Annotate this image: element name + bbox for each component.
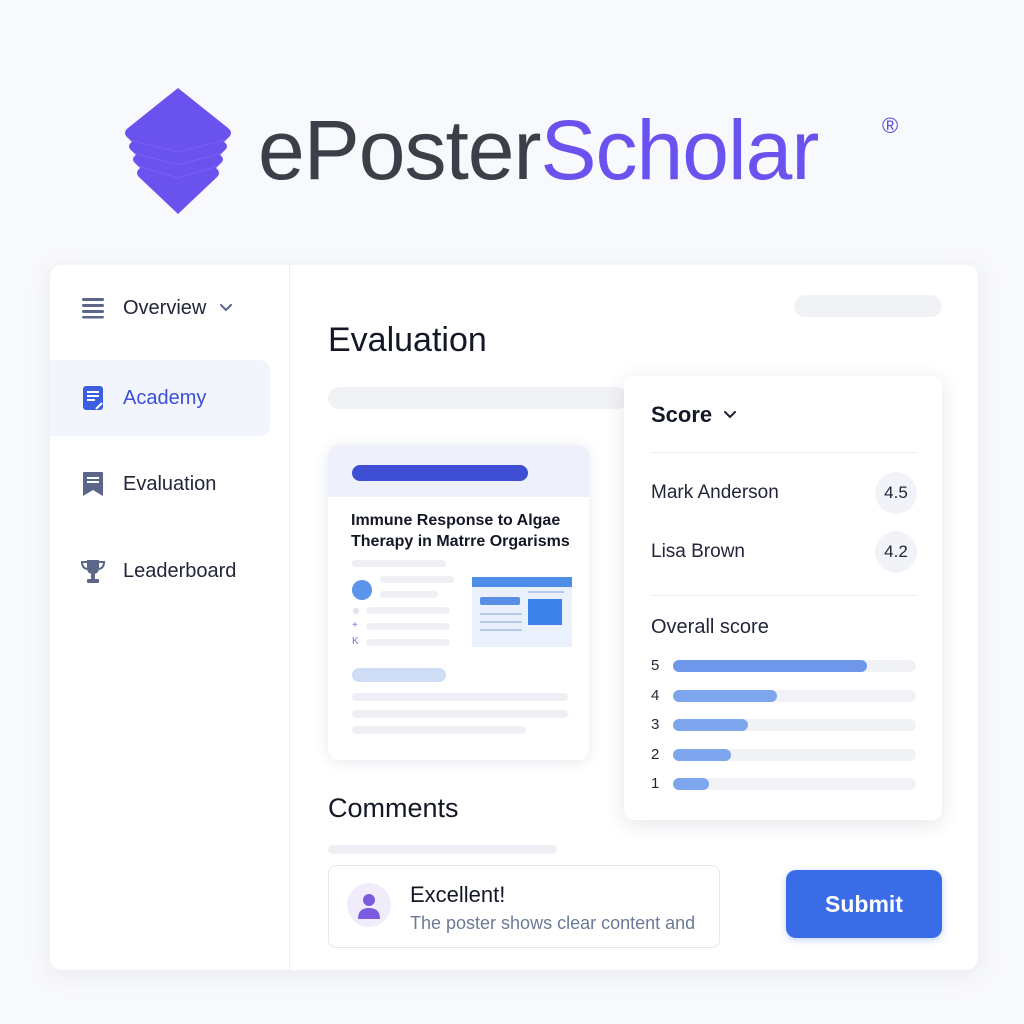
reviewer-row: Mark Anderson 4.5: [651, 472, 917, 514]
poster-tag-pill: [352, 668, 446, 682]
poster-preview[interactable]: Immune Response to Algae Therapy in Matr…: [328, 445, 589, 760]
bookmark-icon: [80, 471, 106, 497]
poster-placeholder-line: [366, 607, 450, 614]
trophy-icon: [80, 558, 106, 584]
menu-lines-icon: [80, 295, 106, 321]
poster-header: [328, 445, 589, 497]
distribution-row: 2: [651, 745, 917, 763]
poster-header-bar: [352, 465, 528, 481]
distribution-star-label: 1: [651, 775, 660, 792]
poster-placeholder-line: [366, 639, 450, 646]
thumb-line: [480, 621, 522, 623]
comment-title: Excellent!: [410, 882, 506, 907]
poster-placeholder-line: [380, 576, 454, 583]
poster-placeholder-line: [352, 710, 568, 718]
brand-header: ePosterScholar ®: [0, 0, 1024, 250]
registered-mark: ®: [882, 113, 899, 138]
poster-mini-label: K: [352, 636, 359, 647]
distribution-bar: [673, 778, 710, 790]
distribution-bar: [673, 748, 732, 761]
brand-name-part1: ePoster: [258, 103, 541, 197]
poster-mini-label: +: [352, 620, 358, 631]
poster-placeholder-line: [352, 560, 446, 567]
submit-button[interactable]: Submit: [786, 870, 942, 938]
sidebar: Overview Academy Evaluation Leaderboard: [50, 265, 290, 970]
stacked-hexagon-logo: [125, 88, 231, 214]
sidebar-item-label: Overview: [123, 296, 207, 319]
distribution-bar: [673, 719, 749, 731]
distribution-bar: [673, 660, 868, 672]
thumb-bar: [480, 597, 520, 605]
sidebar-item-evaluation[interactable]: Evaluation: [50, 446, 270, 522]
poster-placeholder-line: [366, 623, 450, 630]
user-avatar-icon: [347, 883, 391, 927]
thumb-line: [480, 629, 522, 631]
reviewer-name: Lisa Brown: [651, 541, 745, 562]
poster-placeholder-line: [352, 726, 526, 734]
chevron-down-icon: [220, 301, 234, 315]
sidebar-item-overview[interactable]: Overview: [50, 270, 270, 346]
poster-avatar-dot: [352, 580, 372, 600]
distribution-track: [673, 748, 916, 761]
document-icon: [80, 385, 106, 411]
thumb-block: [528, 599, 562, 625]
sidebar-item-label: Leaderboard: [123, 559, 237, 582]
reviewer-score-badge: 4.2: [875, 531, 917, 573]
score-panel: Score Mark Anderson 4.5 Lisa Brown 4.2 O…: [624, 376, 942, 820]
score-title: Score: [651, 402, 713, 427]
brand-name: ePosterScholar: [258, 100, 820, 200]
comments-title: Comments: [328, 793, 459, 823]
distribution-row: 4: [651, 686, 917, 704]
subtitle-placeholder: [328, 387, 628, 409]
poster-bullet: [353, 608, 359, 614]
sidebar-item-label: Academy: [123, 386, 207, 409]
distribution-track: [673, 689, 916, 702]
divider: [651, 595, 917, 596]
distribution-bar: [673, 689, 778, 702]
distribution-star-label: 5: [651, 657, 660, 674]
reviewer-row: Lisa Brown 4.2: [651, 531, 917, 573]
page-title: Evaluation: [328, 321, 487, 359]
score-dropdown[interactable]: Score: [651, 402, 738, 428]
main-content: Evaluation Immune Response to Algae Ther…: [291, 265, 978, 970]
reviewer-name: Mark Anderson: [651, 482, 779, 503]
divider: [651, 452, 917, 453]
distribution-star-label: 2: [651, 745, 660, 763]
comment-text: The poster shows clear content and: [410, 913, 696, 933]
distribution-track: [673, 719, 916, 731]
comments-placeholder-line: [328, 845, 557, 854]
distribution-track: [673, 778, 916, 790]
thumb-line: [480, 613, 522, 615]
overall-score-label: Overall score: [651, 616, 769, 638]
thumb-line: [528, 591, 564, 593]
search-placeholder-pill[interactable]: [794, 295, 942, 317]
comment-card[interactable]: Excellent! The poster shows clear conten…: [328, 865, 720, 948]
distribution-star-label: 3: [651, 716, 660, 733]
poster-title: Immune Response to Algae Therapy in Matr…: [351, 512, 570, 550]
poster-figure-thumbnail: [472, 577, 572, 647]
sidebar-item-leaderboard[interactable]: Leaderboard: [50, 533, 270, 609]
app-window: Overview Academy Evaluation Leaderboard: [50, 265, 978, 970]
distribution-row: 1: [651, 775, 917, 792]
poster-placeholder-line: [352, 693, 568, 701]
brand-name-part2: Scholar: [540, 103, 820, 197]
distribution-row: 3: [651, 716, 917, 733]
sidebar-item-label: Evaluation: [123, 472, 217, 495]
distribution-track: [673, 660, 916, 672]
sidebar-item-academy[interactable]: Academy: [50, 360, 270, 436]
reviewer-score-badge: 4.5: [875, 472, 917, 514]
chevron-down-icon: [724, 408, 738, 422]
distribution-row: 5: [651, 657, 917, 674]
distribution-star-label: 4: [651, 686, 660, 704]
poster-placeholder-line: [380, 591, 438, 598]
